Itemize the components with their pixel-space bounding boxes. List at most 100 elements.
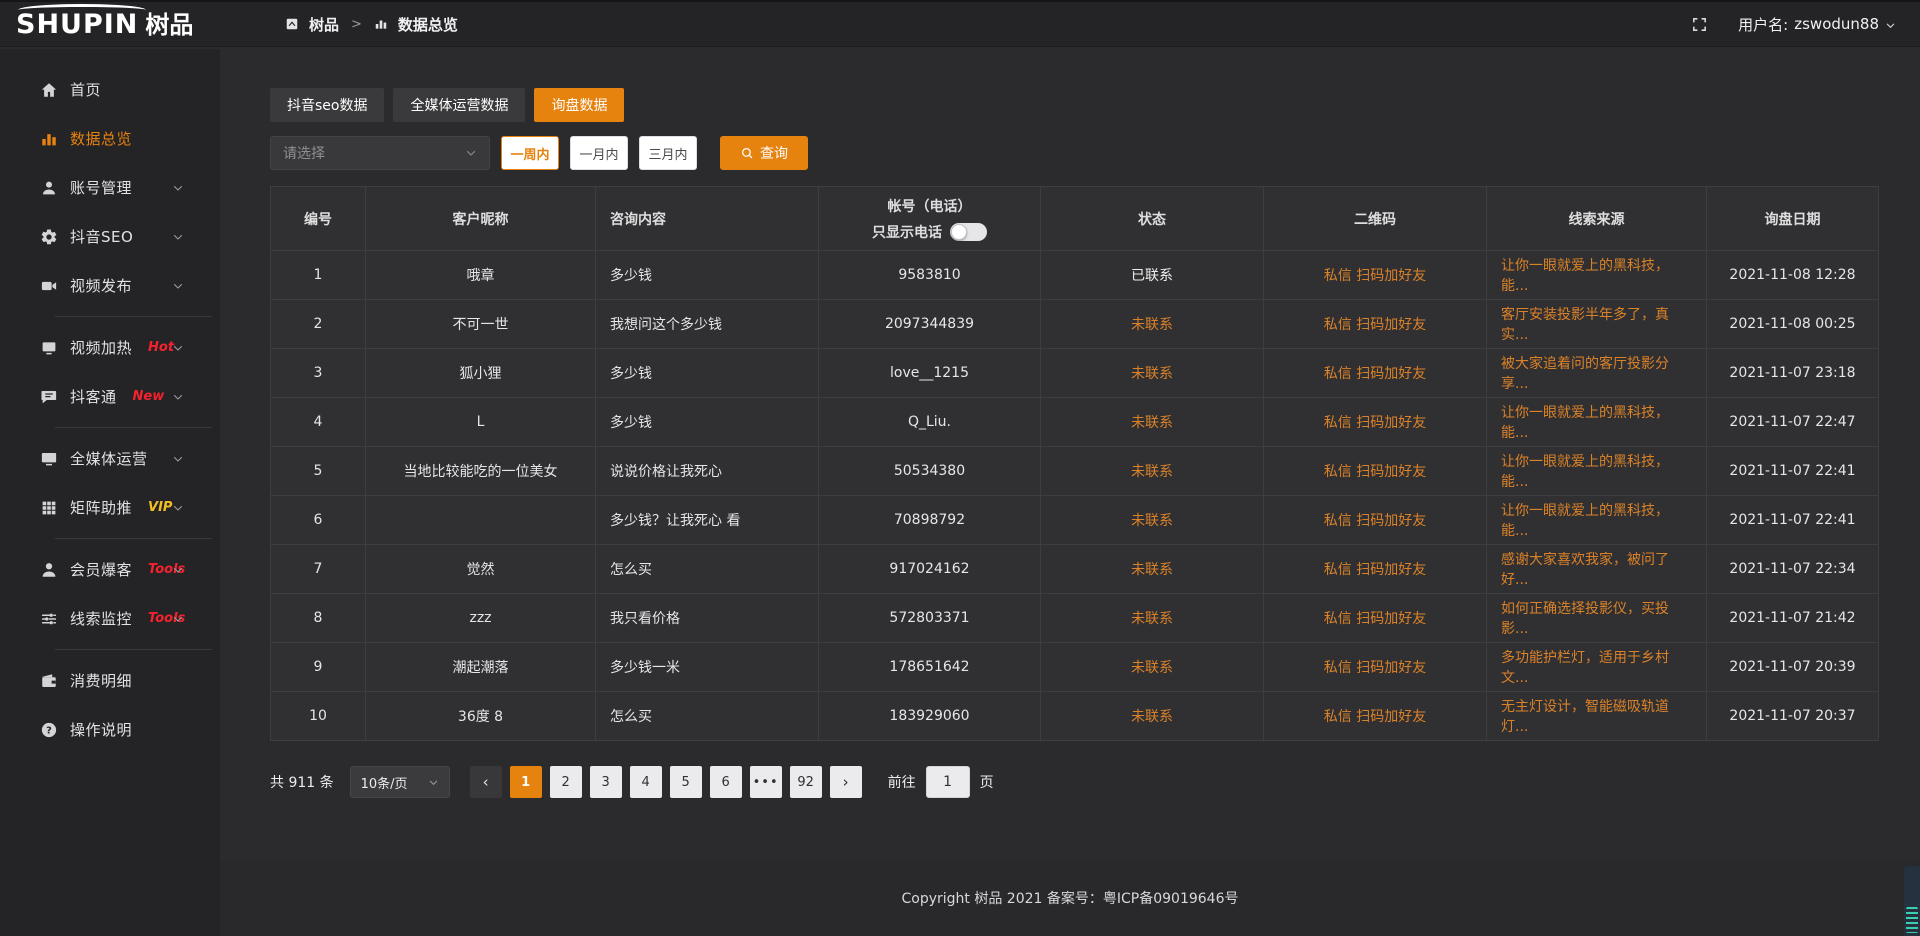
sidebar-item-video-publish[interactable]: 视频发布 [0, 261, 220, 310]
source-link[interactable]: 让你一眼就爱上的黑科技，能... [1501, 405, 1669, 441]
cell-account: 183929060 [819, 692, 1041, 741]
qrcode-link[interactable]: 私信 扫码加好友 [1324, 562, 1426, 578]
qrcode-link[interactable]: 私信 扫码加好友 [1324, 660, 1426, 676]
logo-arc [18, 4, 146, 16]
sidebar-item-home[interactable]: 首页 [0, 65, 220, 114]
sidebar-item-omnimedia-operation[interactable]: 全媒体运营 [0, 434, 220, 483]
search-button[interactable]: 查询 [720, 136, 808, 170]
source-link[interactable]: 让你一眼就爱上的黑科技，能... [1501, 454, 1669, 490]
chevron-down-icon [172, 182, 184, 194]
goto-page-input[interactable] [926, 766, 970, 798]
sidebar-item-consumption-detail[interactable]: 消费明细 [0, 656, 220, 705]
tab-douyin-seo-data[interactable]: 抖音seo数据 [270, 88, 384, 122]
sidebar-item-operation-guide[interactable]: ?操作说明 [0, 705, 220, 754]
phone-only-toggle[interactable] [950, 223, 987, 241]
col-source: 线索来源 [1487, 187, 1707, 251]
sidebar-divider [55, 427, 212, 428]
cell-content: 怎么买 [596, 692, 819, 741]
source-link[interactable]: 如何正确选择投影仪，买投影... [1501, 601, 1669, 637]
cell-nickname [366, 496, 596, 545]
page-more-button[interactable]: ••• [750, 766, 782, 798]
table-row: 2不可一世我想问这个多少钱2097344839未联系私信 扫码加好友客厅安装投影… [271, 300, 1879, 349]
next-page-button[interactable]: › [830, 766, 862, 798]
page-button-4[interactable]: 4 [630, 766, 662, 798]
source-link[interactable]: 多功能护栏灯，适用于乡村文... [1501, 650, 1669, 686]
chevron-down-icon [1885, 20, 1896, 31]
cell-source: 让你一眼就爱上的黑科技，能... [1487, 496, 1707, 545]
qrcode-link[interactable]: 私信 扫码加好友 [1324, 268, 1426, 284]
qrcode-link[interactable]: 私信 扫码加好友 [1324, 464, 1426, 480]
sidebar-item-clue-monitor[interactable]: 线索监控Tools [0, 594, 220, 643]
cell-account: love__1215 [819, 349, 1041, 398]
filter-bar: 请选择 一周内 一月内 三月内 查询 [270, 136, 1878, 170]
sidebar-item-doukoutong[interactable]: 抖客通New [0, 372, 220, 421]
source-link[interactable]: 让你一眼就爱上的黑科技，能... [1501, 503, 1669, 539]
sidebar-item-data-overview[interactable]: 数据总览 [0, 114, 220, 163]
tab-omnimedia-data[interactable]: 全媒体运营数据 [393, 88, 525, 122]
status-badge: 未联系 [1131, 611, 1173, 627]
topbar: SHUPIN 树品 树品 > 数据总览 用户名: zswodun88 [0, 0, 1920, 47]
data-tabs: 抖音seo数据 全媒体运营数据 询盘数据 [270, 88, 1878, 122]
filter-select[interactable]: 请选择 [270, 136, 490, 170]
cell-nickname: 潮起潮落 [366, 643, 596, 692]
cell-account: 572803371 [819, 594, 1041, 643]
sidebar-item-member-baoke[interactable]: 会员爆客Tools [0, 545, 220, 594]
user-icon [40, 179, 58, 197]
page-button-3[interactable]: 3 [590, 766, 622, 798]
breadcrumb-root[interactable]: 树品 [309, 14, 339, 35]
page-button-92[interactable]: 92 [790, 766, 822, 798]
sidebar-item-video-heating[interactable]: 视频加热Hot [0, 323, 220, 372]
toggle-knob [951, 224, 967, 240]
page-button-2[interactable]: 2 [550, 766, 582, 798]
page-button-6[interactable]: 6 [710, 766, 742, 798]
cell-status: 未联系 [1041, 447, 1264, 496]
cell-qrcode: 私信 扫码加好友 [1264, 496, 1487, 545]
cell-date: 2021-11-08 12:28 [1707, 251, 1879, 300]
home-icon [40, 81, 58, 99]
sidebar-item-label: 矩阵助推 [70, 497, 132, 518]
sidebar-item-label: 抖音SEO [70, 226, 133, 247]
range-quarter-button[interactable]: 三月内 [639, 136, 697, 170]
status-badge: 未联系 [1131, 562, 1173, 578]
user-menu[interactable]: 用户名: zswodun88 [1738, 14, 1896, 35]
page-button-5[interactable]: 5 [670, 766, 702, 798]
qrcode-link[interactable]: 私信 扫码加好友 [1324, 317, 1426, 333]
qrcode-link[interactable]: 私信 扫码加好友 [1324, 611, 1426, 627]
source-link[interactable]: 感谢大家喜欢我家，被问了好... [1501, 552, 1669, 588]
sidebar-item-badge: Hot [148, 340, 174, 355]
qrcode-link[interactable]: 私信 扫码加好友 [1324, 415, 1426, 431]
video-icon [40, 277, 58, 295]
source-link[interactable]: 客厅安装投影半年多了，真实... [1501, 307, 1669, 343]
page-button-1[interactable]: 1 [510, 766, 542, 798]
floating-widget[interactable] [1904, 866, 1920, 936]
cell-content: 多少钱一米 [596, 643, 819, 692]
chevron-down-icon [172, 564, 184, 576]
qrcode-link[interactable]: 私信 扫码加好友 [1324, 513, 1426, 529]
sidebar-divider [55, 538, 212, 539]
sidebar-item-douyin-seo[interactable]: 抖音SEO [0, 212, 220, 261]
sidebar-item-label: 会员爆客 [70, 559, 132, 580]
source-link[interactable]: 无主灯设计，智能磁吸轨道灯... [1501, 699, 1669, 735]
sidebar-item-label: 消费明细 [70, 670, 132, 691]
source-link[interactable]: 让你一眼就爱上的黑科技，能... [1501, 258, 1669, 294]
goto-label: 前往 [888, 772, 916, 792]
range-month-button[interactable]: 一月内 [570, 136, 628, 170]
fullscreen-icon[interactable] [1691, 16, 1708, 33]
app-icon [285, 17, 299, 31]
qrcode-link[interactable]: 私信 扫码加好友 [1324, 709, 1426, 725]
cell-content: 说说价格让我死心 [596, 447, 819, 496]
source-link[interactable]: 被大家追着问的客厅投影分享... [1501, 356, 1669, 392]
sidebar-item-matrix-boost[interactable]: 矩阵助推VIP [0, 483, 220, 532]
total-count: 共 911 条 [270, 772, 334, 792]
chevron-down-icon [428, 777, 439, 788]
page-size-select[interactable]: 10条/页 [350, 766, 450, 798]
cell-qrcode: 私信 扫码加好友 [1264, 692, 1487, 741]
prev-page-button[interactable]: ‹ [470, 766, 502, 798]
cell-account: 2097344839 [819, 300, 1041, 349]
qrcode-link[interactable]: 私信 扫码加好友 [1324, 366, 1426, 382]
range-week-button[interactable]: 一周内 [501, 136, 559, 170]
username-value: zswodun88 [1794, 15, 1879, 33]
search-button-label: 查询 [760, 143, 788, 163]
tab-inquiry-data[interactable]: 询盘数据 [534, 88, 624, 122]
sidebar-item-account-management[interactable]: 账号管理 [0, 163, 220, 212]
